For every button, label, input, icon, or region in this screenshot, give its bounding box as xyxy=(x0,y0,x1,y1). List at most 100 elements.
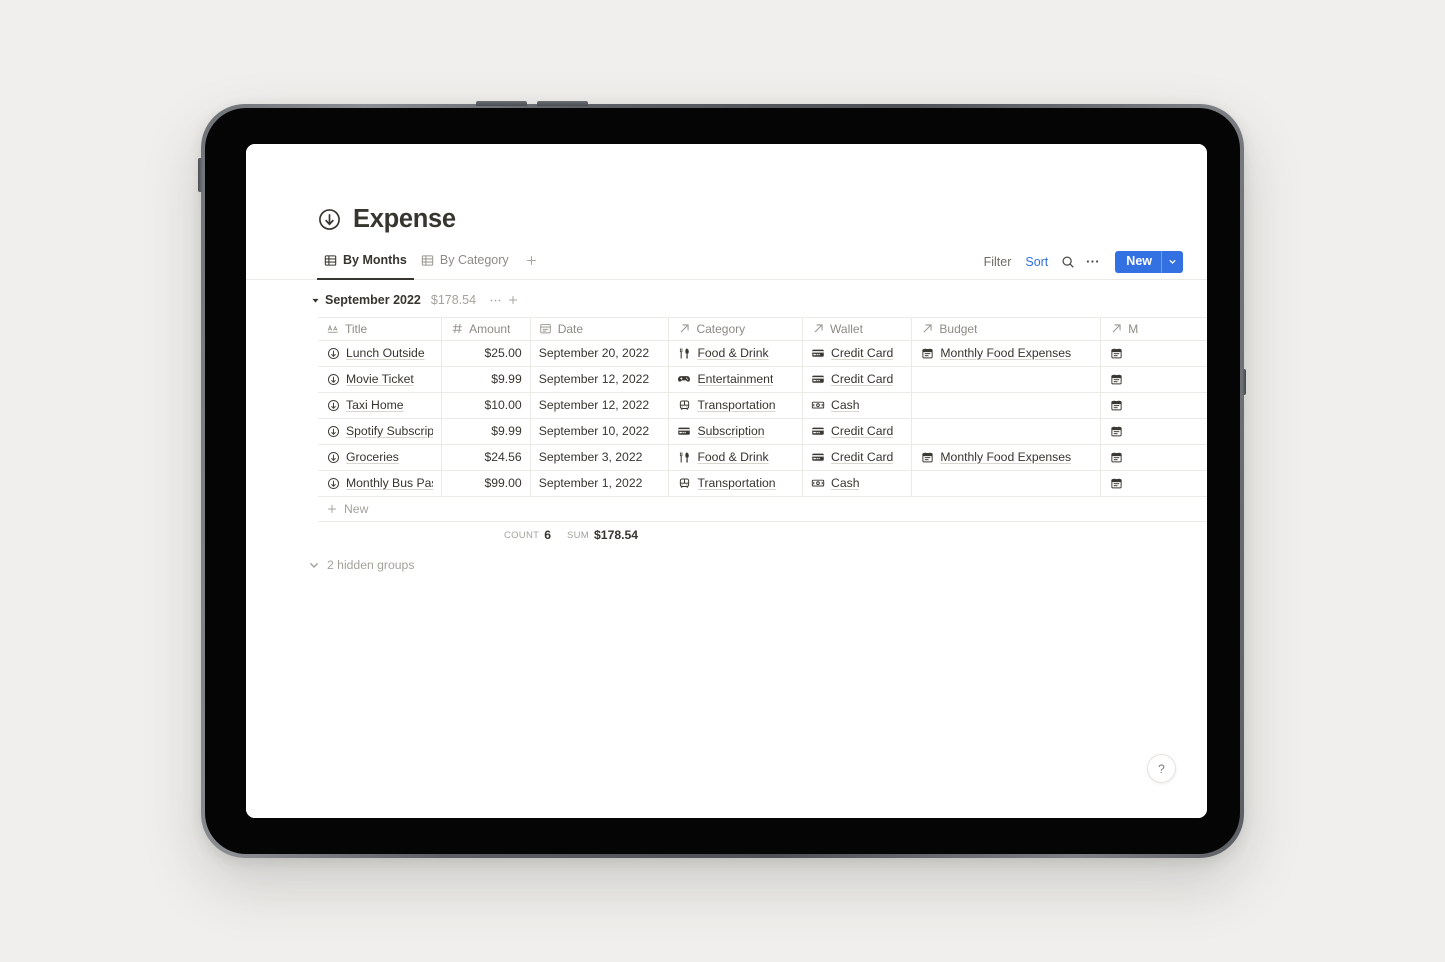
cell-title[interactable]: Spotify Subscription xyxy=(318,418,443,444)
banknote-icon xyxy=(811,476,825,490)
cell-budget[interactable]: Monthly Food Expenses xyxy=(912,340,1102,366)
group-collapse-toggle[interactable] xyxy=(308,296,322,305)
tablet-screen: Expense By Months By Category Filter Sor… xyxy=(246,144,1207,818)
cell-date[interactable]: September 20, 2022 xyxy=(531,340,670,366)
table-row[interactable]: Monthly Bus Pass $99.00 September 1, 2022 T… xyxy=(318,470,1207,497)
cell-amount[interactable]: $9.99 xyxy=(442,366,531,392)
table-icon xyxy=(324,254,337,266)
table-row[interactable]: Taxi Home $10.00 September 12, 2022 Transpo… xyxy=(318,392,1207,419)
aggregate-sum[interactable]: Sum $178.54 xyxy=(559,528,717,542)
hidden-groups-toggle[interactable]: 2 hidden groups xyxy=(308,558,1207,572)
cell-title[interactable]: Movie Ticket xyxy=(318,366,443,392)
cell-more[interactable] xyxy=(1101,367,1207,392)
cell-amount[interactable]: $99.00 xyxy=(442,470,531,496)
cell-more[interactable] xyxy=(1101,419,1207,444)
search-button[interactable] xyxy=(1055,250,1080,274)
column-header-budget[interactable]: Budget xyxy=(912,317,1102,340)
new-record-button[interactable]: New xyxy=(1115,250,1183,273)
cell-category[interactable]: Transportation xyxy=(669,392,804,418)
cell-value: September 10, 2022 xyxy=(538,424,650,438)
table-row[interactable]: Spotify Subscription $9.99 September 10, 2… xyxy=(318,418,1207,445)
cell-amount[interactable]: $10.00 xyxy=(442,392,531,418)
group-add-button[interactable] xyxy=(504,292,521,309)
cell-more[interactable] xyxy=(1101,471,1207,496)
toolbar-actions: Filter Sort New xyxy=(977,250,1183,279)
cell-date[interactable]: September 1, 2022 xyxy=(531,470,670,496)
cell-value: September 3, 2022 xyxy=(538,450,643,464)
cell-amount[interactable]: $24.56 xyxy=(442,444,531,470)
cell-date[interactable]: September 10, 2022 xyxy=(531,418,670,444)
column-header-category[interactable]: Category xyxy=(669,317,804,340)
cell-budget[interactable] xyxy=(912,392,1102,418)
cell-amount[interactable]: $25.00 xyxy=(442,340,531,366)
cell-date[interactable]: September 12, 2022 xyxy=(531,392,670,418)
column-header-date[interactable]: Date xyxy=(531,317,670,340)
cell-title[interactable]: Groceries xyxy=(318,444,443,470)
cell-category[interactable]: Food & Drink xyxy=(669,444,804,470)
group-total: $178.54 xyxy=(430,293,477,307)
column-header-amount[interactable]: Amount xyxy=(442,317,531,340)
column-label: Wallet xyxy=(830,321,863,336)
cell-budget[interactable] xyxy=(912,366,1102,392)
cell-date[interactable]: September 3, 2022 xyxy=(531,444,670,470)
power-button[interactable] xyxy=(198,158,203,192)
add-view-button[interactable] xyxy=(521,250,543,272)
cell-category[interactable]: Food & Drink xyxy=(669,340,804,366)
table-row[interactable]: Lunch Outside $25.00 September 20, 2022 Foo… xyxy=(318,340,1207,367)
cell-wallet[interactable]: Credit Card xyxy=(803,340,913,366)
records-table: Title Amount Date Category Wallet Budget… xyxy=(318,316,1207,549)
circle-down-arrow-icon xyxy=(319,209,340,231)
cell-title[interactable]: Lunch Outside xyxy=(318,340,443,366)
sort-button[interactable]: Sort xyxy=(1018,252,1055,272)
cutlery-icon xyxy=(677,450,691,464)
cell-budget[interactable] xyxy=(912,470,1102,496)
cell-amount[interactable]: $9.99 xyxy=(442,418,531,444)
cell-wallet[interactable]: Credit Card xyxy=(803,366,913,392)
cell-title[interactable]: Monthly Bus Pass xyxy=(318,470,443,496)
cell-title[interactable]: Taxi Home xyxy=(318,392,443,418)
tab-by-category[interactable]: By Category xyxy=(414,249,516,279)
aggregate-count[interactable]: Count 6 xyxy=(459,528,559,542)
cell-more[interactable] xyxy=(1101,341,1207,366)
tab-by-months[interactable]: By Months xyxy=(317,249,414,280)
cell-wallet[interactable]: Credit Card xyxy=(803,444,913,470)
column-header-title[interactable]: Title xyxy=(318,317,443,340)
expense-database-app: Expense By Months By Category Filter Sor… xyxy=(246,144,1207,818)
cell-category[interactable]: Entertainment xyxy=(669,366,804,392)
column-label: Title xyxy=(345,321,368,336)
table-row[interactable]: Groceries $24.56 September 3, 2022 Food & D… xyxy=(318,444,1207,471)
group-menu-button[interactable] xyxy=(487,292,504,309)
cell-value: Cash xyxy=(831,476,860,490)
cell-budget[interactable]: Monthly Food Expenses xyxy=(912,444,1102,470)
volume-up-button[interactable] xyxy=(476,101,527,106)
help-button[interactable]: ? xyxy=(1147,754,1176,783)
table-row[interactable]: Movie Ticket $9.99 September 12, 2022 Enter… xyxy=(318,366,1207,393)
cell-more[interactable] xyxy=(1101,393,1207,418)
cell-more[interactable] xyxy=(1101,445,1207,470)
cell-date[interactable]: September 12, 2022 xyxy=(531,366,670,392)
cell-value: September 1, 2022 xyxy=(538,476,643,490)
new-record-dropdown-button[interactable] xyxy=(1161,250,1183,273)
cell-category[interactable]: Transportation xyxy=(669,470,804,496)
column-header-wallet[interactable]: Wallet xyxy=(803,317,913,340)
cell-budget[interactable] xyxy=(912,418,1102,444)
calendar-page-icon xyxy=(1109,476,1123,490)
filter-button[interactable]: Filter xyxy=(977,252,1019,272)
group-name[interactable]: September 2022 xyxy=(325,293,421,307)
more-options-button[interactable] xyxy=(1080,250,1105,274)
cell-value: $24.56 xyxy=(484,450,522,464)
cutlery-icon xyxy=(677,346,691,360)
cell-wallet[interactable]: Credit Card xyxy=(803,418,913,444)
cell-value: $25.00 xyxy=(484,346,522,360)
add-record-row[interactable]: New xyxy=(318,497,1207,522)
chevron-down-icon xyxy=(1169,259,1176,264)
volume-down-button[interactable] xyxy=(537,101,588,106)
cell-wallet[interactable]: Cash xyxy=(803,392,913,418)
cell-value: Spotify Subscription xyxy=(346,424,433,438)
cell-category[interactable]: Subscription xyxy=(669,418,804,444)
column-header-more[interactable]: M xyxy=(1101,318,1207,340)
cell-value: Monthly Food Expenses xyxy=(940,450,1072,464)
new-record-label: New xyxy=(1126,254,1152,269)
cell-wallet[interactable]: Cash xyxy=(803,470,913,496)
add-record-label: New xyxy=(344,501,369,516)
